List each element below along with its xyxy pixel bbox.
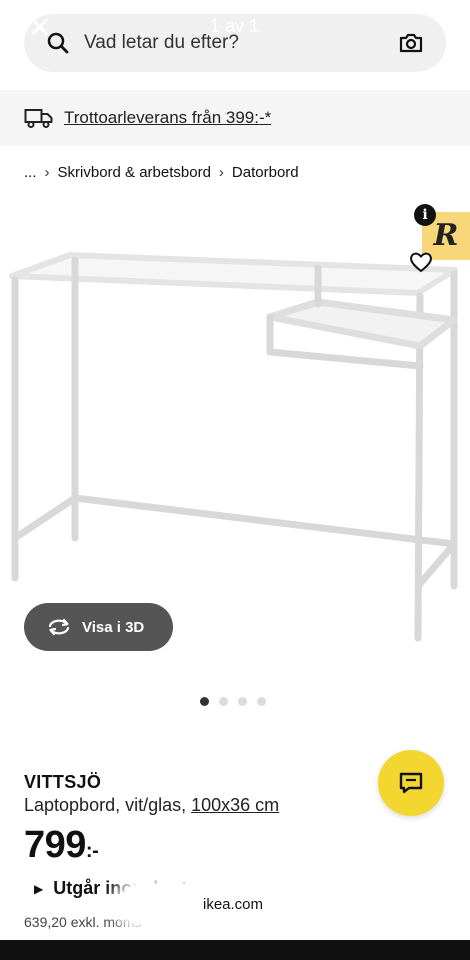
delivery-link[interactable]: Trottoarleverans från 399:-*	[64, 108, 271, 128]
view-in-3d-label: Visa i 3D	[82, 618, 145, 636]
caret-right-icon: ▶	[34, 881, 44, 896]
breadcrumb-item-desks[interactable]: Skrivbord & arbetsbord	[58, 164, 211, 181]
product-image[interactable]	[0, 200, 470, 670]
chevron-right-icon: ›	[44, 164, 50, 181]
view-in-3d-button[interactable]: Visa i 3D	[24, 603, 173, 651]
breadcrumb-ellipsis[interactable]: ...	[24, 164, 37, 181]
carousel-dot[interactable]	[238, 697, 247, 706]
price-suffix: :-	[85, 840, 99, 862]
product-type: Laptopbord, vit/glas,	[24, 795, 187, 815]
product-dimensions-link[interactable]: 100x36 cm	[191, 795, 279, 815]
product-name: VITTSJÖ	[24, 772, 102, 792]
product-price: 799:-	[24, 824, 99, 867]
heart-icon[interactable]	[408, 250, 434, 274]
chat-icon	[399, 772, 423, 794]
chat-button[interactable]	[378, 750, 444, 816]
camera-icon[interactable]	[398, 31, 424, 55]
carousel-dots	[200, 697, 266, 706]
truck-icon	[24, 109, 53, 128]
close-icon[interactable]: ✕	[28, 14, 58, 44]
image-counter: 1 av 1	[210, 16, 260, 36]
breadcrumb: ... › Skrivbord & arbetsbord › Datorbord	[24, 164, 299, 181]
delivery-banner[interactable]: Trottoarleverans från 399:-*	[0, 90, 470, 146]
chevron-right-icon: ›	[218, 164, 224, 181]
carousel-dot[interactable]	[219, 697, 228, 706]
bottom-bar	[0, 940, 470, 960]
breadcrumb-item-computer-desks[interactable]: Datorbord	[232, 164, 299, 181]
product-description: Laptopbord, vit/glas, 100x36 cm	[24, 795, 279, 816]
info-icon[interactable]: i	[414, 204, 436, 226]
carousel-dot[interactable]	[257, 697, 266, 706]
carousel-dot[interactable]	[200, 697, 209, 706]
browser-url-bar[interactable]: ikea.com	[120, 884, 346, 924]
rotate-icon	[48, 618, 70, 636]
price-value: 799	[24, 824, 86, 866]
